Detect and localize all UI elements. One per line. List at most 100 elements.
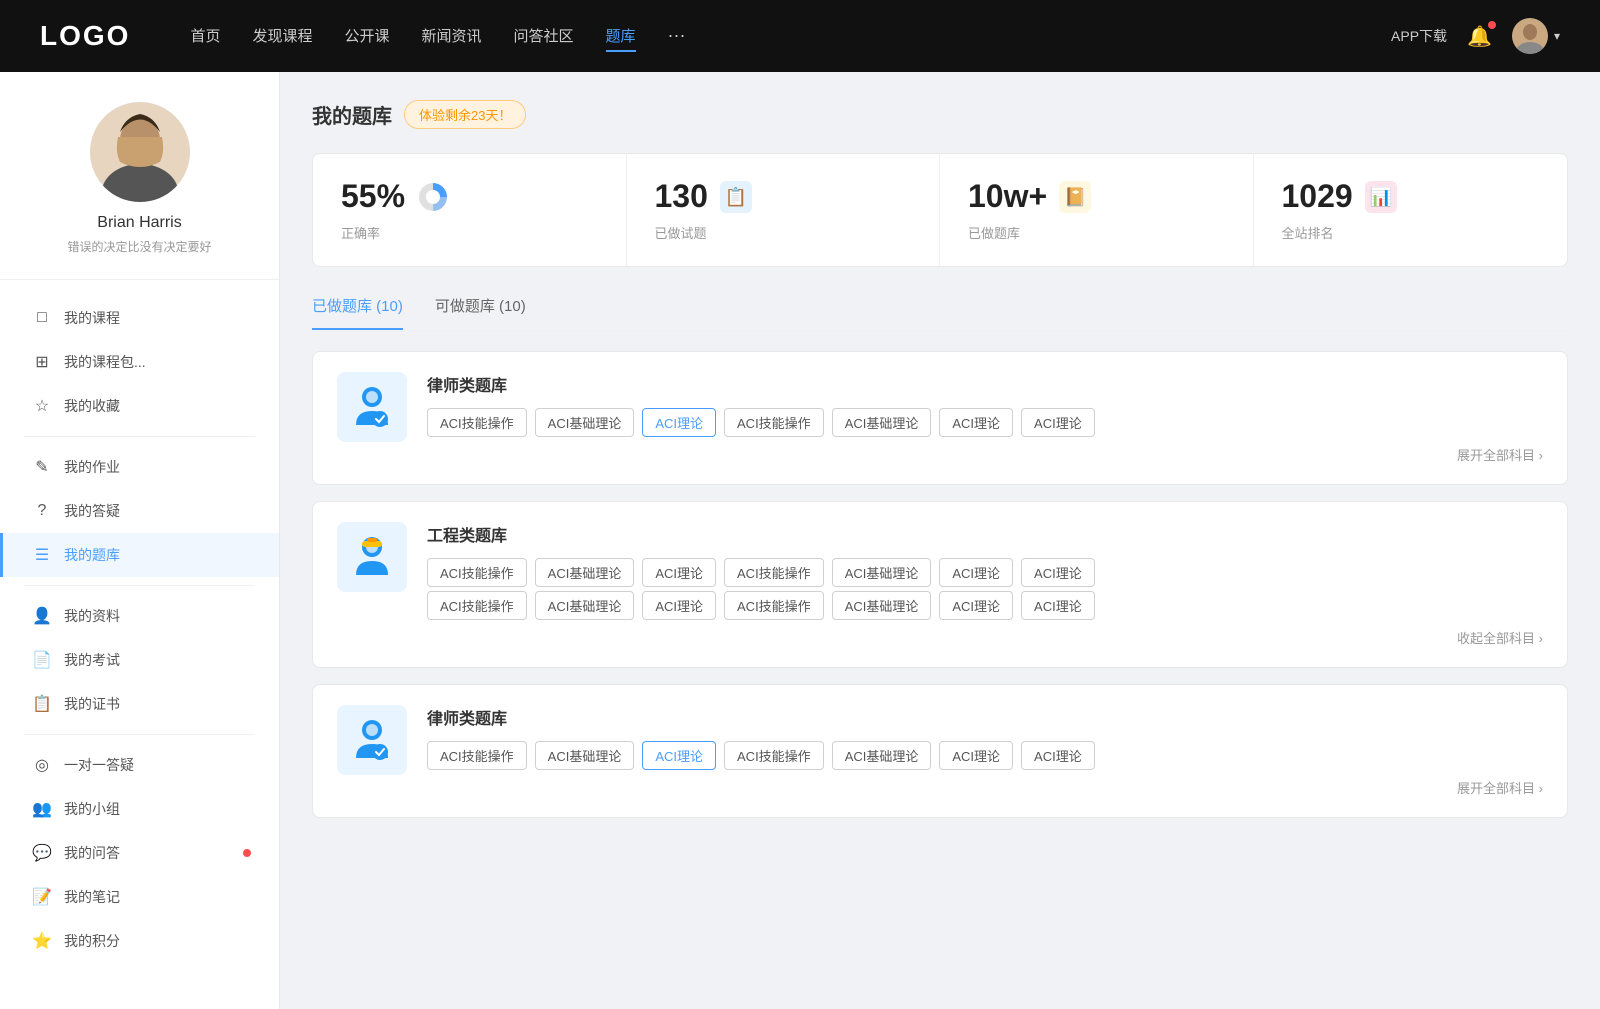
bank-title-lawyer-2: 律师类题库 — [427, 705, 1543, 729]
tag-item[interactable]: ACI理论 — [939, 558, 1013, 587]
points-icon: ⭐ — [32, 931, 52, 951]
sidebar-item-my-group[interactable]: 👥 我的小组 — [0, 787, 279, 831]
collapse-link-engineer[interactable]: 收起全部科目 › — [427, 628, 1543, 647]
notes-icon: 📝 — [32, 887, 52, 907]
chart-icon: 📊 — [1365, 181, 1397, 213]
question-bank-icon: ☰ — [32, 545, 52, 565]
bank-content-engineer: 工程类题库 ACI技能操作 ACI基础理论 ACI理论 ACI技能操作 ACI基… — [427, 522, 1543, 647]
tag-item[interactable]: ACI理论 — [642, 558, 716, 587]
nav-open-course[interactable]: 公开课 — [344, 21, 389, 52]
tab-available-banks[interactable]: 可做题库 (10) — [435, 295, 526, 330]
sidebar-item-my-course[interactable]: □ 我的课程 — [0, 296, 279, 340]
tag-item[interactable]: ACI理论 — [939, 591, 1013, 620]
tag-item[interactable]: ACI技能操作 — [724, 741, 824, 770]
tag-item[interactable]: ACI理论 — [1021, 591, 1095, 620]
bank-title-engineer: 工程类题库 — [427, 522, 1543, 546]
tag-item[interactable]: ACI基础理论 — [832, 741, 932, 770]
sidebar-item-my-profile[interactable]: 👤 我的资料 — [0, 594, 279, 638]
trial-badge: 体验剩余23天！ — [404, 100, 526, 129]
bank-card-engineer: 工程类题库 ACI技能操作 ACI基础理论 ACI理论 ACI技能操作 ACI基… — [312, 501, 1568, 668]
app-download-button[interactable]: APP下载 — [1391, 26, 1447, 46]
tag-item[interactable]: ACI理论 — [1021, 741, 1095, 770]
stat-banks-top: 10w+ 📔 — [968, 178, 1225, 215]
nav-qa[interactable]: 问答社区 — [514, 21, 574, 52]
nav-home[interactable]: 首页 — [190, 21, 220, 52]
course-pack-icon: ⊞ — [32, 352, 52, 372]
logo: LOGO — [40, 20, 130, 52]
sidebar-item-my-notes[interactable]: 📝 我的笔记 — [0, 875, 279, 919]
menu-divider-1 — [24, 436, 255, 437]
tabs-row: 已做题库 (10) 可做题库 (10) — [312, 295, 1568, 331]
navigation: 首页 发现课程 公开课 新闻资讯 问答社区 题库 ··· — [190, 21, 1391, 52]
sidebar-item-my-questions[interactable]: ? 我的答疑 — [0, 489, 279, 533]
tag-item[interactable]: ACI理论 — [939, 408, 1013, 437]
tag-item[interactable]: ACI基础理论 — [535, 558, 635, 587]
tag-item[interactable]: ACI理论 — [939, 741, 1013, 770]
tag-item-active[interactable]: ACI理论 — [642, 741, 716, 770]
tags-row-lawyer-2: ACI技能操作 ACI基础理论 ACI理论 ACI技能操作 ACI基础理论 AC… — [427, 741, 1543, 770]
bank-card-lawyer-1: 律师类题库 ACI技能操作 ACI基础理论 ACI理论 ACI技能操作 ACI基… — [312, 351, 1568, 485]
tag-item[interactable]: ACI基础理论 — [832, 408, 932, 437]
stats-row: 55% 正确率 130 📋 — [312, 153, 1568, 267]
expand-link-lawyer-1[interactable]: 展开全部科目 › — [427, 445, 1543, 464]
bank-card-header-engineer: 工程类题库 ACI技能操作 ACI基础理论 ACI理论 ACI技能操作 ACI基… — [337, 522, 1543, 647]
tag-item[interactable]: ACI技能操作 — [427, 741, 527, 770]
header: LOGO 首页 发现课程 公开课 新闻资讯 问答社区 题库 ··· APP下载 … — [0, 0, 1600, 72]
sidebar-item-my-question-bank[interactable]: ☰ 我的题库 — [0, 533, 279, 577]
main-content: 我的题库 体验剩余23天！ 55% 正确率 — [280, 72, 1600, 1009]
accuracy-label: 正确率 — [341, 223, 598, 242]
nav-more[interactable]: ··· — [668, 21, 686, 52]
tag-item[interactable]: ACI基础理论 — [535, 591, 635, 620]
sidebar-item-my-course-pack[interactable]: ⊞ 我的课程包... — [0, 340, 279, 384]
menu-divider-2 — [24, 585, 255, 586]
tag-item[interactable]: ACI基础理论 — [832, 591, 932, 620]
tag-item[interactable]: ACI基础理论 — [535, 741, 635, 770]
tag-item[interactable]: ACI技能操作 — [724, 558, 824, 587]
sidebar-item-my-qa[interactable]: 💬 我的问答 — [0, 831, 279, 875]
sidebar-item-my-exam[interactable]: 📄 我的考试 — [0, 638, 279, 682]
homework-icon: ✎ — [32, 457, 52, 477]
sidebar-item-my-homework[interactable]: ✎ 我的作业 — [0, 445, 279, 489]
exam-icon: 📄 — [32, 650, 52, 670]
bank-content-lawyer-1: 律师类题库 ACI技能操作 ACI基础理论 ACI理论 ACI技能操作 ACI基… — [427, 372, 1543, 464]
sidebar-item-my-certificate[interactable]: 📋 我的证书 — [0, 682, 279, 726]
sidebar: Brian Harris 错误的决定比没有决定要好 □ 我的课程 ⊞ 我的课程包… — [0, 72, 280, 1009]
sidebar-item-one-on-one[interactable]: ◎ 一对一答疑 — [0, 743, 279, 787]
tag-item[interactable]: ACI技能操作 — [427, 408, 527, 437]
tag-item[interactable]: ACI技能操作 — [427, 591, 527, 620]
nav-question-bank[interactable]: 题库 — [606, 21, 636, 52]
sidebar-item-my-favorites[interactable]: ☆ 我的收藏 — [0, 384, 279, 428]
tag-item[interactable]: ACI技能操作 — [724, 408, 824, 437]
bank-icon-lawyer — [337, 372, 407, 442]
accuracy-pie-icon — [417, 181, 449, 213]
tag-item[interactable]: ACI基础理论 — [832, 558, 932, 587]
tag-item[interactable]: ACI理论 — [642, 591, 716, 620]
nav-news[interactable]: 新闻资讯 — [422, 21, 482, 52]
stat-ranking-top: 1029 📊 — [1282, 178, 1540, 215]
tag-item[interactable]: ACI技能操作 — [724, 591, 824, 620]
stat-done-banks: 10w+ 📔 已做题库 — [940, 154, 1254, 266]
expand-link-lawyer-2[interactable]: 展开全部科目 › — [427, 778, 1543, 797]
book-icon: 📔 — [1059, 181, 1091, 213]
done-banks-label: 已做题库 — [968, 223, 1225, 242]
bank-icon-lawyer-2 — [337, 705, 407, 775]
group-icon: 👥 — [32, 799, 52, 819]
tag-item-active[interactable]: ACI理论 — [642, 408, 716, 437]
tab-done-banks[interactable]: 已做题库 (10) — [312, 295, 403, 330]
sidebar-item-my-points[interactable]: ⭐ 我的积分 — [0, 919, 279, 963]
bank-card-lawyer-2: 律师类题库 ACI技能操作 ACI基础理论 ACI理论 ACI技能操作 ACI基… — [312, 684, 1568, 818]
chevron-down-icon: ▾ — [1554, 29, 1560, 43]
tag-item[interactable]: ACI技能操作 — [427, 558, 527, 587]
user-avatar-button[interactable]: ▾ — [1512, 18, 1560, 54]
bank-title-lawyer-1: 律师类题库 — [427, 372, 1543, 396]
tag-item[interactable]: ACI基础理论 — [535, 408, 635, 437]
accuracy-value: 55% — [341, 178, 405, 215]
stat-accuracy: 55% 正确率 — [313, 154, 627, 266]
ranking-label: 全站排名 — [1282, 223, 1540, 242]
nav-discover[interactable]: 发现课程 — [252, 21, 312, 52]
star-icon: ☆ — [32, 396, 52, 416]
notification-bell-icon[interactable]: 🔔 — [1467, 24, 1492, 49]
tag-item[interactable]: ACI理论 — [1021, 408, 1095, 437]
ranking-value: 1029 — [1282, 178, 1353, 215]
tag-item[interactable]: ACI理论 — [1021, 558, 1095, 587]
